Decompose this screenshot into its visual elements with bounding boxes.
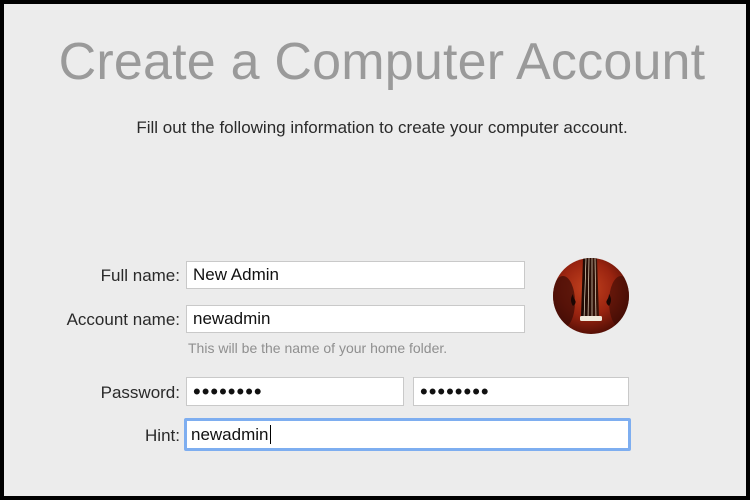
violin-icon [553,258,629,334]
full-name-label: Full name: [100,266,180,285]
verify-password-value: •••••••• [420,378,490,404]
page-title: Create a Computer Account [58,33,706,91]
password-label: Password: [100,383,180,402]
password-field[interactable]: •••••••• [186,377,404,406]
page-subtitle: Fill out the following information to cr… [136,118,628,137]
home-folder-note: This will be the name of your home folde… [188,340,448,356]
full-name-field[interactable]: New Admin [186,261,525,289]
account-name-label: Account name: [66,310,180,329]
account-name-field[interactable]: newadmin [186,305,525,333]
user-avatar[interactable] [553,258,629,334]
hint-field[interactable]: newadmin [184,418,631,451]
full-name-value: New Admin [193,265,279,284]
account-name-value: newadmin [193,309,271,328]
text-cursor [269,425,271,444]
verify-password-field[interactable]: •••••••• [413,377,629,406]
password-value: •••••••• [193,378,263,404]
hint-label: Hint: [145,426,180,445]
hint-value: newadmin [191,424,269,444]
